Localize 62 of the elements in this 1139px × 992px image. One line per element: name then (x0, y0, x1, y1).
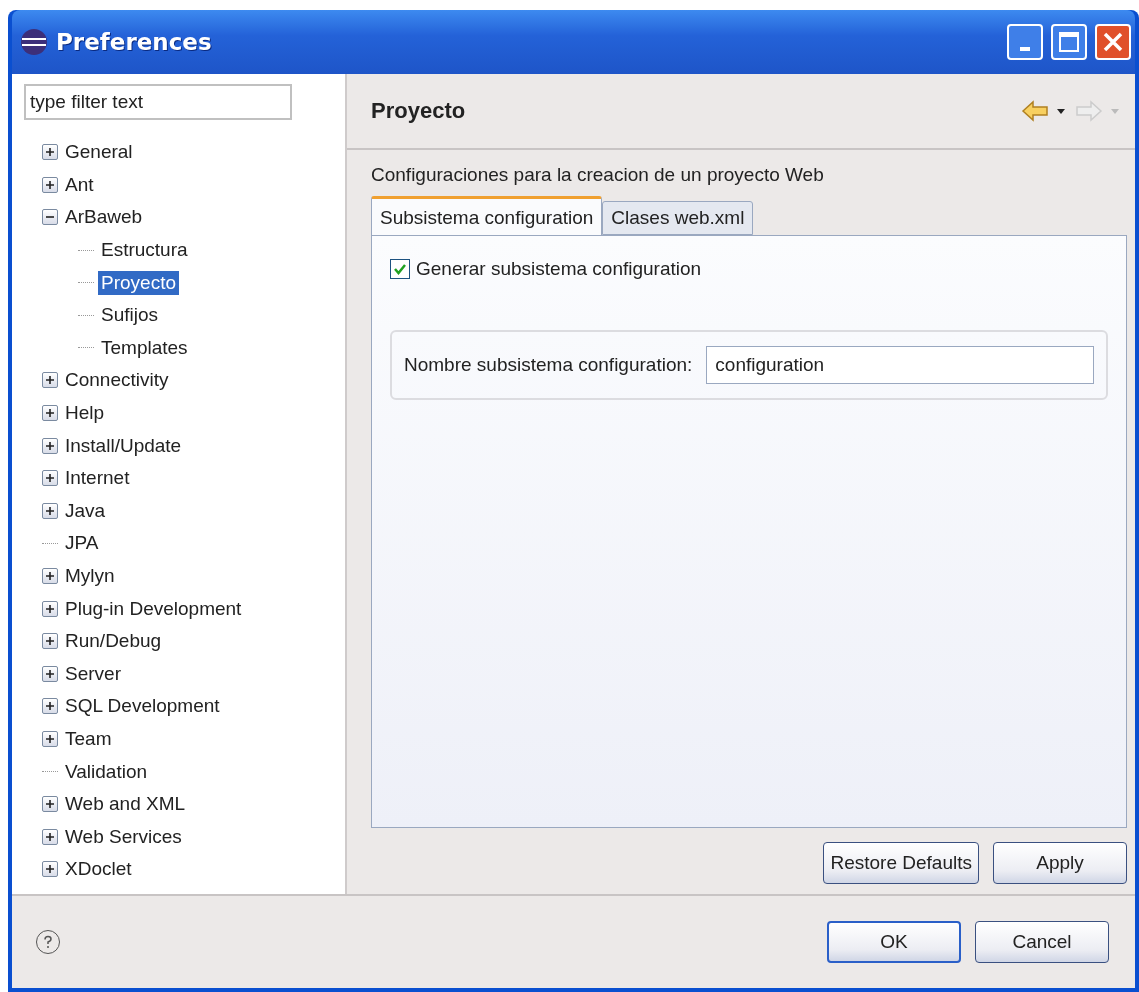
tree-item[interactable]: Web Services (62, 824, 185, 849)
tree-item[interactable]: Sufijos (98, 303, 162, 328)
expand-icon[interactable] (42, 502, 58, 519)
minimize-icon (1020, 47, 1030, 51)
tree-item[interactable]: Team (62, 727, 115, 751)
expand-icon[interactable] (42, 372, 58, 389)
expand-icon[interactable] (42, 437, 58, 454)
tree-item[interactable]: Server (62, 661, 124, 686)
tree-item[interactable]: XDoclet (62, 857, 135, 882)
tree-item[interactable]: Mylyn (62, 564, 118, 588)
window-title: Preferences (56, 29, 213, 55)
check-icon (393, 262, 407, 276)
page-title: Proyecto (371, 98, 467, 124)
tree-item[interactable]: Ant (62, 172, 97, 197)
page-description: Configuraciones para la creacion de un proyecto Web (371, 164, 825, 186)
tree-item[interactable]: Connectivity (62, 368, 172, 393)
close-button[interactable] (1095, 24, 1131, 60)
tree-item[interactable]: SQL Development (62, 694, 223, 719)
tree-item[interactable]: Internet (62, 466, 133, 491)
close-icon (1102, 31, 1124, 53)
tree-item[interactable]: Plug-in Development (62, 596, 245, 621)
restore-defaults-button[interactable]: Restore Defaults (823, 842, 979, 884)
expand-icon[interactable] (42, 828, 58, 845)
tree-item[interactable]: Java (62, 498, 109, 523)
expand-icon[interactable] (42, 665, 58, 682)
tree-item[interactable]: JPA (62, 531, 102, 556)
name-field[interactable]: configuration (706, 346, 1094, 384)
eclipse-logo-icon (20, 28, 48, 56)
ok-button[interactable]: OK (827, 921, 961, 963)
tab[interactable]: Clases web.xml (602, 201, 754, 235)
field-label: Nombre subsistema configuration: (404, 354, 693, 376)
checkbox[interactable] (390, 259, 410, 279)
maximize-button[interactable] (1051, 24, 1087, 60)
tree-item[interactable]: Help (62, 401, 108, 426)
tree-item[interactable]: ArBaweb (62, 205, 146, 230)
tree-item[interactable]: Install/Update (62, 433, 185, 458)
expand-icon[interactable] (42, 698, 58, 715)
expand-icon[interactable] (42, 861, 58, 878)
maximize-icon (1058, 31, 1080, 53)
expand-icon[interactable] (42, 470, 58, 487)
apply-button[interactable]: Apply (993, 842, 1127, 884)
collapse-icon[interactable] (42, 209, 58, 226)
expand-icon[interactable] (42, 731, 58, 747)
minimize-button[interactable] (1007, 24, 1043, 60)
tree-item[interactable]: Proyecto (98, 270, 179, 295)
expand-icon[interactable] (42, 568, 58, 584)
cancel-button[interactable]: Cancel (975, 921, 1109, 963)
tree-item[interactable]: General (62, 140, 136, 165)
checkbox-label: Generar subsistema configuration (416, 258, 702, 280)
tree-item[interactable]: Validation (62, 759, 151, 784)
expand-icon[interactable] (42, 633, 58, 650)
tree-item[interactable]: Run/Debug (62, 629, 165, 654)
tree-item[interactable]: Web and XML (62, 792, 189, 817)
expand-icon[interactable] (42, 144, 58, 161)
expand-icon[interactable] (42, 796, 58, 813)
expand-icon[interactable] (42, 405, 58, 422)
expand-icon[interactable] (42, 176, 58, 193)
tab[interactable]: Subsistema configuration (371, 196, 603, 236)
expand-icon[interactable] (42, 600, 58, 617)
tree-item[interactable]: Estructura (98, 238, 191, 263)
tree-item[interactable]: Templates (98, 335, 191, 360)
filter-field[interactable]: type filter text (24, 84, 292, 120)
